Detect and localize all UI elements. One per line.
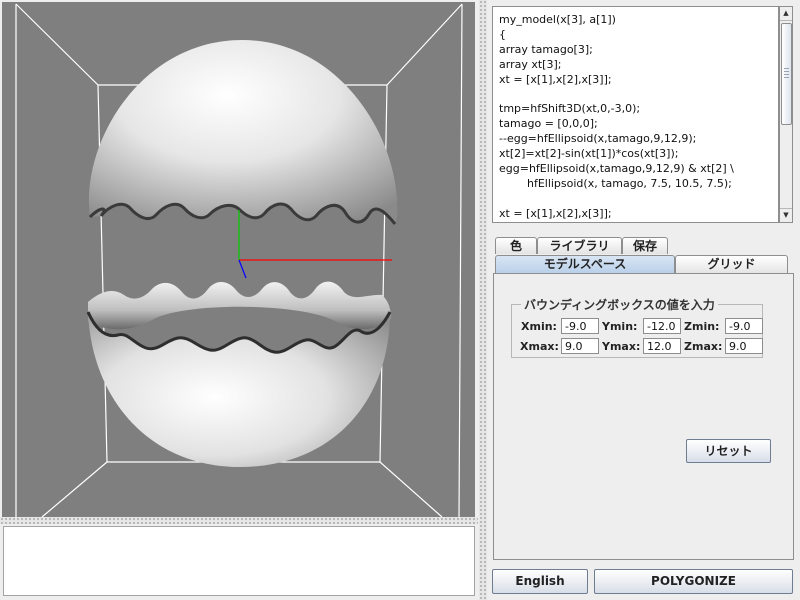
code-line[interactable]: egg=hfEllipsoid(x,tamago,9,12,9) & xt[2]…	[499, 162, 778, 177]
horizontal-splitter[interactable]	[0, 517, 478, 524]
tab-library[interactable]: ライブラリ	[537, 237, 622, 254]
code-line[interactable]: tmp=hfShift3D(xt,0,-3,0);	[499, 102, 778, 117]
xmax-field[interactable]	[561, 338, 599, 354]
lower-egg-shell	[86, 281, 392, 467]
code-editor-scrollbar[interactable]: ▲ ▼	[779, 6, 793, 223]
code-line[interactable]: xt[2]=xt[2]-sin(xt[1])*cos(xt[3]);	[499, 147, 778, 162]
polygonize-button[interactable]: POLYGONIZE	[594, 569, 793, 594]
code-line[interactable]	[499, 88, 778, 103]
reset-button[interactable]: リセット	[686, 439, 771, 463]
3d-viewport[interactable]	[2, 2, 475, 517]
scrollbar-thumb[interactable]	[781, 23, 792, 125]
tab-color[interactable]: 色	[495, 237, 537, 254]
code-editor[interactable]: my_model(x[3], a[1]){array tamago[3]; arr…	[492, 6, 779, 223]
ymax-field[interactable]	[643, 338, 681, 354]
xmin-field[interactable]	[561, 318, 599, 334]
zmin-field[interactable]	[725, 318, 763, 334]
code-line[interactable]: array xt[3];	[499, 58, 778, 73]
code-text[interactable]: my_model(x[3], a[1]){array tamago[3]; arr…	[493, 7, 778, 222]
zmin-label: Zmin:	[684, 320, 720, 333]
zmax-label: Zmax:	[684, 340, 723, 353]
zmax-field[interactable]	[725, 338, 763, 354]
grip-icon	[784, 68, 789, 78]
right-panel: my_model(x[3], a[1]){array tamago[3]; arr…	[488, 0, 800, 600]
up-arrow-icon[interactable]: ▲	[780, 7, 792, 21]
ymin-field[interactable]	[643, 318, 681, 334]
ymin-label: Ymin:	[602, 320, 638, 333]
code-line[interactable]: my_model(x[3], a[1])	[499, 13, 778, 28]
code-line[interactable]: tamago = [0,0,0];	[499, 117, 778, 132]
output-log[interactable]	[3, 526, 475, 596]
ymax-label: Ymax:	[602, 340, 641, 353]
code-line[interactable]	[499, 192, 778, 207]
code-line[interactable]: array tamago[3];	[499, 43, 778, 58]
coordinate-axes	[238, 210, 392, 279]
english-button[interactable]: English	[492, 569, 588, 594]
xmax-label: Xmax:	[520, 340, 559, 353]
tab-model-space[interactable]: モデルスペース	[495, 255, 675, 274]
down-arrow-icon[interactable]: ▼	[780, 208, 792, 222]
code-line[interactable]: hfEllipsoid(x, tamago, 7.5, 10.5, 7.5);	[499, 177, 778, 192]
code-line[interactable]: xt = [x[1],x[2],x[3]];	[499, 207, 778, 222]
upper-egg-shell	[88, 40, 398, 225]
tab-grid[interactable]: グリッド	[675, 255, 788, 274]
code-line[interactable]: --egg=hfEllipsoid(x,tamago,9,12,9);	[499, 132, 778, 147]
tab-save[interactable]: 保存	[622, 237, 668, 254]
code-line[interactable]: xt = [x[1],x[2],x[3]];	[499, 73, 778, 88]
vertical-splitter[interactable]	[479, 0, 487, 600]
bounding-box-title: バウンディングボックスの値を入力	[521, 296, 718, 313]
3d-scene[interactable]	[2, 2, 475, 517]
code-line[interactable]: {	[499, 28, 778, 43]
xmin-label: Xmin:	[521, 320, 557, 333]
